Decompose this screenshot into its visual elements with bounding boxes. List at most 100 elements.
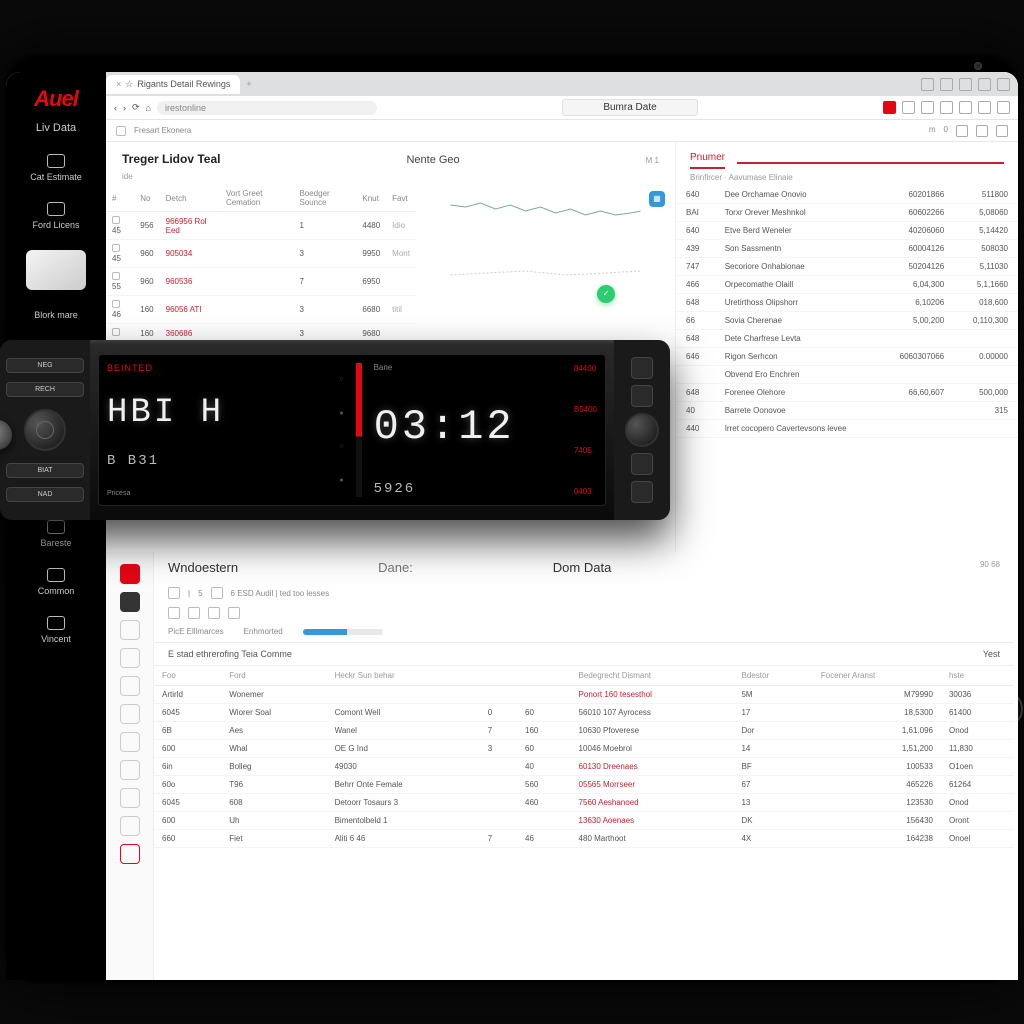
table-row[interactable]: 45956966956 Rol Eed14480Idio bbox=[106, 212, 416, 240]
column-header[interactable]: Ford bbox=[221, 666, 326, 686]
table-row[interactable]: 4616096056 ATI36680titil bbox=[106, 296, 416, 324]
table-row[interactable]: 440Irret cocopero Cavertevsons levee bbox=[676, 420, 1018, 438]
sidebar-item-vincent[interactable]: Vincent bbox=[6, 606, 106, 654]
minimize-icon[interactable] bbox=[921, 78, 934, 91]
tab-primary[interactable]: Pnumer bbox=[690, 152, 725, 169]
column-header[interactable]: Focener Aranst bbox=[813, 666, 941, 686]
table-row[interactable]: 5596096053676950 bbox=[106, 268, 416, 296]
bookmark-icon[interactable] bbox=[996, 125, 1008, 137]
bookmark-action[interactable]: m bbox=[929, 125, 936, 137]
table-row[interactable]: Obvend Ero Enchren bbox=[676, 366, 1018, 384]
table-row[interactable]: 439Son Sassmentn60004126508030 bbox=[676, 240, 1018, 258]
table-row[interactable]: 6045Wiorer SoalComont Well06056010 107 A… bbox=[154, 704, 1014, 722]
sidebar-item-estimate[interactable]: Cat Estimate bbox=[6, 144, 106, 192]
table-row[interactable]: 466Orpecomathe Olaill6,04,3005,1,1660 bbox=[676, 276, 1018, 294]
tool-icon[interactable] bbox=[168, 587, 180, 599]
device-side-knob[interactable] bbox=[625, 413, 659, 447]
reload-icon[interactable]: ⟳ bbox=[132, 102, 140, 113]
table-row[interactable]: 6inBolleg490304060130 DreenaesBF100533O1… bbox=[154, 758, 1014, 776]
column-header[interactable]: Detch bbox=[160, 185, 220, 212]
column-header[interactable]: # bbox=[106, 185, 134, 212]
table-row[interactable]: 6BAesWanel716010630 PfovereseDor1,61.096… bbox=[154, 722, 1014, 740]
device-btn[interactable]: NAD bbox=[6, 487, 84, 502]
rail-icon-record[interactable] bbox=[120, 564, 140, 584]
ext-icon[interactable] bbox=[940, 101, 953, 114]
rail-icon[interactable] bbox=[120, 788, 140, 808]
chrome-icon[interactable] bbox=[978, 78, 991, 91]
device-knob[interactable] bbox=[24, 409, 66, 451]
device-side-btn[interactable] bbox=[631, 357, 653, 379]
rail-icon-alert[interactable] bbox=[120, 844, 140, 864]
column-header[interactable]: hste bbox=[941, 666, 1014, 686]
table-row[interactable]: 60oT96Behrr Onte Female56005565 Morrseer… bbox=[154, 776, 1014, 794]
device-side-btn[interactable] bbox=[631, 481, 653, 503]
table-row[interactable]: 4596090503439950Mont bbox=[106, 240, 416, 268]
table-row[interactable]: 747Secoriore Onhabionae502041265,11030 bbox=[676, 258, 1018, 276]
column-header[interactable]: Bdestor bbox=[733, 666, 812, 686]
home-icon[interactable]: ⌂ bbox=[146, 103, 151, 113]
table-row[interactable]: 648Uretirthoss Olipshorr6,10206018,600 bbox=[676, 294, 1018, 312]
tool-icon[interactable] bbox=[228, 607, 240, 619]
bookmark-icon[interactable] bbox=[956, 125, 968, 137]
column-header[interactable]: Foo bbox=[154, 666, 221, 686]
column-header[interactable]: Bedegrecht Dismant bbox=[571, 666, 734, 686]
forward-icon[interactable]: › bbox=[123, 103, 126, 113]
table-row[interactable]: 66Sovia Cherenae5,00,2000,110,300 bbox=[676, 312, 1018, 330]
table-row[interactable]: 600UhBimentolbeld 113630 AoenaesDK156430… bbox=[154, 812, 1014, 830]
column-header[interactable]: Knut bbox=[356, 185, 386, 212]
ext-icon[interactable] bbox=[978, 101, 991, 114]
device-btn[interactable]: RECH bbox=[6, 382, 84, 397]
device-btn[interactable]: NEG bbox=[6, 358, 84, 373]
star-icon[interactable]: ☆ bbox=[125, 79, 133, 90]
table-row[interactable]: ArtirldWonemerPonort 160 tesesthol5MM799… bbox=[154, 686, 1014, 704]
rail-icon[interactable] bbox=[120, 592, 140, 612]
column-header[interactable]: Heckr Sun behar bbox=[327, 666, 480, 686]
column-header[interactable]: Boedger Sounce bbox=[293, 185, 356, 212]
menu-icon[interactable] bbox=[997, 101, 1010, 114]
column-header[interactable] bbox=[480, 666, 517, 686]
chrome-icon[interactable] bbox=[940, 78, 953, 91]
table-row[interactable]: 600WhalOE G Ind36010046 Moebrol141,51,20… bbox=[154, 740, 1014, 758]
tool-icon[interactable] bbox=[188, 607, 200, 619]
column-header[interactable]: Vort Greet Cemation bbox=[220, 185, 293, 212]
checkbox-icon[interactable] bbox=[116, 126, 126, 136]
table-row[interactable]: 660FietAliti 6 46746480 Marthoot4X164238… bbox=[154, 830, 1014, 848]
tool-icon[interactable] bbox=[208, 607, 220, 619]
table-row[interactable]: 6045608Detoorr Tosaurs 34607560 Aeshanoe… bbox=[154, 794, 1014, 812]
table-row[interactable]: 640Etve Berd Weneler402060605,14420 bbox=[676, 222, 1018, 240]
column-header[interactable] bbox=[517, 666, 571, 686]
device-btn[interactable]: BIAT bbox=[6, 463, 84, 478]
bookmark-label[interactable]: Fresart Ekonera bbox=[134, 126, 191, 135]
url-input[interactable]: irestonline bbox=[157, 101, 377, 115]
device-side-btn[interactable] bbox=[631, 385, 653, 407]
sidebar-item-license[interactable]: Ford Licens bbox=[6, 192, 106, 240]
sidebar-item-common[interactable]: Common bbox=[6, 558, 106, 606]
tool-icon[interactable] bbox=[211, 587, 223, 599]
table-row[interactable]: 646Rigon Serhcon60603070660.00000 bbox=[676, 348, 1018, 366]
table-row[interactable]: 40Barrete Oonovoe315 bbox=[676, 402, 1018, 420]
bookmark-icon[interactable] bbox=[976, 125, 988, 137]
ext-icon[interactable] bbox=[921, 101, 934, 114]
rail-icon[interactable] bbox=[120, 648, 140, 668]
chrome-icon[interactable] bbox=[997, 78, 1010, 91]
column-header[interactable]: Favt bbox=[386, 185, 416, 212]
rail-icon[interactable] bbox=[120, 732, 140, 752]
table-row[interactable]: BAITorxr Orever Meshnkol606022665,08060 bbox=[676, 204, 1018, 222]
chrome-icon[interactable] bbox=[959, 78, 972, 91]
rail-icon[interactable] bbox=[120, 760, 140, 780]
device-side-btn[interactable] bbox=[631, 453, 653, 475]
bookmark-action[interactable]: 0 bbox=[944, 125, 948, 137]
new-tab-icon[interactable]: + bbox=[240, 79, 257, 89]
tool-icon[interactable] bbox=[168, 607, 180, 619]
rail-icon[interactable] bbox=[120, 676, 140, 696]
rail-icon[interactable] bbox=[120, 816, 140, 836]
record-icon[interactable] bbox=[883, 101, 896, 114]
ext-icon[interactable] bbox=[902, 101, 915, 114]
back-icon[interactable]: ‹ bbox=[114, 103, 117, 113]
info-badge[interactable]: ▦ bbox=[649, 191, 665, 207]
table-row[interactable]: 640Dee Orchamae Onovio60201866511800 bbox=[676, 186, 1018, 204]
rail-icon[interactable] bbox=[120, 704, 140, 724]
close-tab-icon[interactable]: × bbox=[116, 79, 121, 89]
table-row[interactable]: 648Forenee Olehore66,60,607500,000 bbox=[676, 384, 1018, 402]
rail-icon[interactable] bbox=[120, 620, 140, 640]
